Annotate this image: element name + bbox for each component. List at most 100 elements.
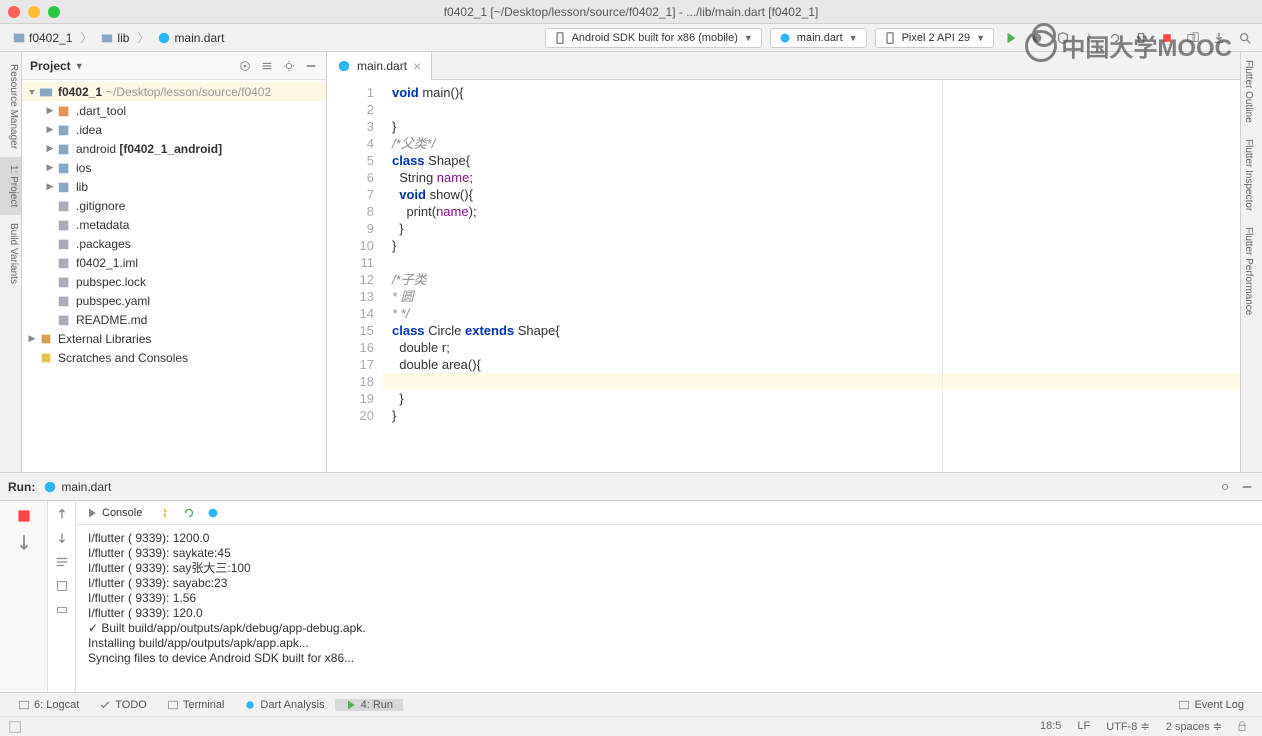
todo-tab[interactable]: TODO — [89, 699, 157, 711]
run-tab[interactable]: 4: Run — [335, 699, 403, 711]
resource-manager-tab[interactable]: Resource Manager — [0, 56, 21, 157]
build-variants-tab[interactable]: Build Variants — [0, 215, 21, 292]
code-line[interactable]: double area(){ — [382, 356, 1240, 373]
traffic-lights — [8, 6, 60, 18]
code-line[interactable]: String name; — [382, 169, 1240, 186]
menu-icon[interactable] — [8, 720, 22, 734]
tree-item[interactable]: .metadata — [22, 215, 326, 234]
run-button[interactable] — [1002, 29, 1020, 47]
project-view-selector[interactable]: Project ▼ — [30, 59, 84, 73]
down-icon[interactable] — [55, 531, 69, 545]
code-line[interactable]: } — [382, 390, 1240, 407]
tree-item[interactable]: pubspec.lock — [22, 272, 326, 291]
hide-icon[interactable] — [1240, 480, 1254, 494]
maximize-window-button[interactable] — [48, 6, 60, 18]
tree-item[interactable]: ▶.dart_tool — [22, 101, 326, 120]
indent[interactable]: 2 spaces ≑ — [1158, 720, 1230, 733]
folder-icon — [56, 180, 72, 194]
pin-icon[interactable] — [15, 533, 33, 551]
code-line[interactable] — [382, 254, 1240, 271]
scroll-icon[interactable] — [55, 579, 69, 593]
terminal-tab[interactable]: Terminal — [157, 699, 235, 711]
console-output[interactable]: I/flutter ( 9339): 1200.0I/flutter ( 933… — [76, 525, 1262, 692]
console-tab-button[interactable]: Console — [80, 505, 148, 521]
code-line[interactable]: } — [382, 220, 1240, 237]
devtools-icon[interactable] — [206, 506, 220, 520]
flutter-performance-tab[interactable]: Flutter Performance — [1241, 219, 1256, 323]
code-line[interactable]: class Circle extends Shape{ — [382, 322, 1240, 339]
code-line[interactable]: /*子类 — [382, 271, 1240, 288]
close-window-button[interactable] — [8, 6, 20, 18]
cursor-position[interactable]: 18:5 — [1032, 720, 1069, 733]
code-editor[interactable]: 1234567891011121314151617181920 void mai… — [327, 80, 1240, 472]
search-button[interactable] — [1236, 29, 1254, 47]
dart-analysis-tab[interactable]: Dart Analysis — [234, 699, 334, 711]
flutter-inspector-tab[interactable]: Flutter Inspector — [1241, 131, 1256, 219]
locate-icon[interactable] — [238, 59, 252, 73]
tree-item[interactable]: ▶.idea — [22, 120, 326, 139]
code-line[interactable]: * 圆 — [382, 288, 1240, 305]
up-icon[interactable] — [55, 507, 69, 521]
event-log-tab[interactable]: Event Log — [1168, 699, 1254, 711]
lock-icon[interactable] — [1236, 720, 1248, 732]
close-tab-button[interactable]: × — [413, 58, 421, 74]
project-tree[interactable]: ▼ f0402_1 ~/Desktop/lesson/source/f0402 … — [22, 80, 326, 472]
dart-file-icon — [337, 59, 351, 73]
phone-icon — [884, 32, 896, 44]
tree-item[interactable]: ▶android [f0402_1_android] — [22, 139, 326, 158]
hide-icon[interactable] — [304, 59, 318, 73]
avd-selector[interactable]: Pixel 2 API 29 ▼ — [875, 28, 994, 48]
rerun-icon[interactable] — [15, 507, 33, 525]
code-line[interactable]: double r; — [382, 339, 1240, 356]
folder-icon — [56, 161, 72, 175]
restart-icon[interactable] — [182, 506, 196, 520]
run-header: Run: main.dart — [0, 473, 1262, 501]
logcat-tab[interactable]: 6: Logcat — [8, 699, 89, 711]
code-line[interactable]: /*父类*/ — [382, 135, 1240, 152]
run-left-toolbar-2 — [48, 501, 76, 692]
run-config[interactable]: main.dart — [43, 480, 111, 494]
breadcrumb-project[interactable]: f0402_1 — [8, 29, 76, 47]
code-line[interactable]: } — [382, 407, 1240, 424]
encoding[interactable]: UTF-8 ≑ — [1098, 720, 1157, 733]
wrap-icon[interactable] — [55, 555, 69, 569]
tree-item[interactable]: ▶lib — [22, 177, 326, 196]
tree-item[interactable]: ▶ios — [22, 158, 326, 177]
scratches[interactable]: Scratches and Consoles — [22, 348, 326, 367]
editor-tab[interactable]: main.dart × — [327, 52, 432, 80]
gear-icon[interactable] — [282, 59, 296, 73]
code-line[interactable]: print(name); — [382, 203, 1240, 220]
line-separator[interactable]: LF — [1069, 720, 1098, 733]
tree-item[interactable]: .gitignore — [22, 196, 326, 215]
code-line[interactable]: void main(){ — [382, 84, 1240, 101]
flutter-outline-tab[interactable]: Flutter Outline — [1241, 52, 1256, 131]
minimize-window-button[interactable] — [28, 6, 40, 18]
code-line[interactable]: void show(){ — [382, 186, 1240, 203]
code-line[interactable] — [382, 101, 1240, 118]
scratch-icon — [38, 351, 54, 365]
code-line[interactable] — [382, 373, 1240, 390]
print-icon[interactable] — [55, 603, 69, 617]
flash-icon[interactable] — [158, 506, 172, 520]
expand-all-icon[interactable] — [260, 59, 274, 73]
external-libraries[interactable]: ▶ External Libraries — [22, 329, 326, 348]
run-panel: Run: main.dart Console — [0, 472, 1262, 692]
tree-item[interactable]: f0402_1.iml — [22, 253, 326, 272]
code-line[interactable]: } — [382, 118, 1240, 135]
code-content[interactable]: void main(){}/*父类*/class Shape{ String n… — [382, 80, 1240, 472]
code-line[interactable]: class Shape{ — [382, 152, 1240, 169]
code-line[interactable]: } — [382, 237, 1240, 254]
gear-icon[interactable] — [1218, 480, 1232, 494]
breadcrumb-file[interactable]: main.dart — [153, 29, 228, 47]
code-line[interactable]: * */ — [382, 305, 1240, 322]
device-selector[interactable]: Android SDK built for x86 (mobile) ▼ — [545, 28, 762, 48]
tree-item[interactable]: .packages — [22, 234, 326, 253]
tree-item[interactable]: README.md — [22, 310, 326, 329]
run-config-selector[interactable]: main.dart ▼ — [770, 28, 867, 48]
breadcrumb-sep-icon: 〉 — [80, 29, 92, 46]
tree-item[interactable]: pubspec.yaml — [22, 291, 326, 310]
tree-root[interactable]: ▼ f0402_1 ~/Desktop/lesson/source/f0402 — [22, 82, 326, 101]
breadcrumb-folder[interactable]: lib — [96, 29, 133, 47]
titlebar: f0402_1 [~/Desktop/lesson/source/f0402_1… — [0, 0, 1262, 24]
project-tab[interactable]: 1: Project — [0, 157, 21, 215]
